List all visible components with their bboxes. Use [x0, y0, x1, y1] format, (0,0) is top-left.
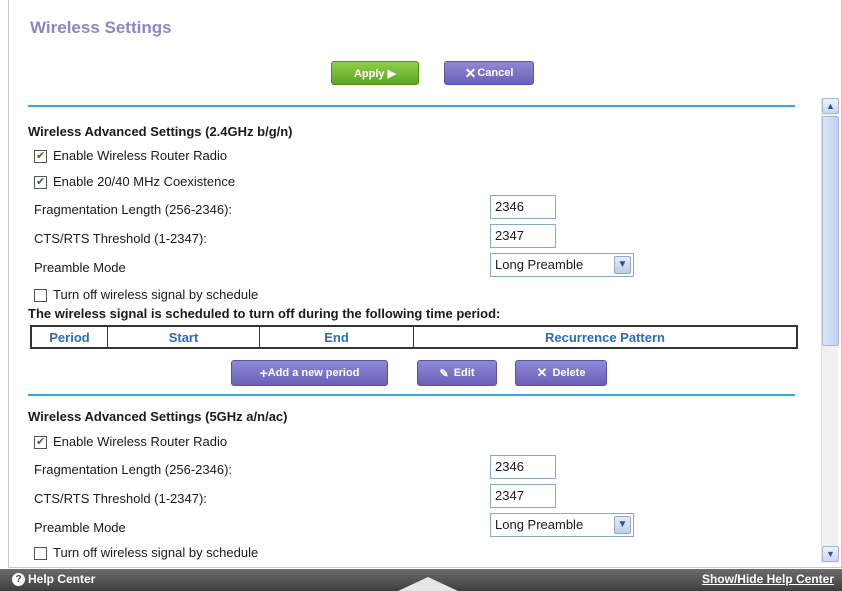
coexistence-label: Enable 20/40 MHz Coexistence: [53, 174, 236, 189]
section-title-24ghz: Wireless Advanced Settings (2.4GHz b/g/n…: [28, 124, 293, 139]
preamble-5-value: Long Preamble: [495, 517, 584, 532]
page-title: Wireless Settings: [30, 18, 172, 37]
edit-label: Edit: [453, 367, 475, 379]
pencil-icon: ✎: [439, 367, 449, 380]
scroll-down-icon[interactable]: ▼: [822, 546, 839, 562]
table-header-start: Start: [108, 327, 260, 347]
close-icon: ✕: [464, 64, 477, 81]
show-hide-help-link[interactable]: Show/Hide Help Center: [702, 572, 834, 586]
cts-24-label: CTS/RTS Threshold (1-2347):: [34, 231, 207, 246]
table-header-end: End: [260, 327, 414, 347]
cts-5-label: CTS/RTS Threshold (1-2347):: [34, 491, 207, 506]
enable-radio-24-label: Enable Wireless Router Radio: [53, 148, 228, 163]
vertical-scrollbar[interactable]: ▲ ▼: [821, 98, 839, 563]
enable-radio-5-checkbox[interactable]: [34, 435, 47, 450]
frag-5-input[interactable]: 2346: [490, 455, 556, 479]
schedule-table-header: Period Start End Recurrence Pattern: [30, 325, 798, 349]
enable-radio-5-row: Enable Wireless Router Radio: [34, 434, 228, 450]
frag-5-label: Fragmentation Length (256-2346):: [34, 462, 233, 477]
help-center-link[interactable]: ? Help Center: [12, 572, 95, 586]
delete-icon: ✕: [536, 365, 548, 380]
frag-24-label: Fragmentation Length (256-2346):: [34, 202, 233, 217]
schedule-5-checkbox[interactable]: [34, 547, 47, 561]
table-header-recurrence: Recurrence Pattern: [545, 329, 665, 345]
edit-button[interactable]: ✎ Edit: [417, 360, 497, 386]
help-icon: ?: [12, 572, 25, 586]
schedule-24-checkbox[interactable]: [34, 289, 47, 303]
chevron-down-icon[interactable]: ▼: [614, 256, 631, 274]
cancel-label: Cancel: [477, 67, 514, 79]
delete-label: Delete: [552, 367, 586, 379]
expand-arrow-icon[interactable]: [398, 577, 458, 591]
preamble-24-value: Long Preamble: [495, 257, 584, 272]
settings-scroll-area: Wireless Advanced Settings (2.4GHz b/g/n…: [28, 107, 818, 562]
coexistence-checkbox[interactable]: [34, 175, 47, 190]
table-header-period: Period: [32, 327, 108, 347]
section-title-5ghz: Wireless Advanced Settings (5GHz a/n/ac): [28, 409, 288, 424]
coexistence-row: Enable 20/40 MHz Coexistence: [34, 174, 236, 190]
enable-radio-5-label: Enable Wireless Router Radio: [53, 434, 228, 449]
schedule-24-row: Turn off wireless signal by schedule: [34, 287, 259, 303]
preamble-24-select[interactable]: Long Preamble ▼: [490, 253, 634, 277]
frag-24-input[interactable]: 2346: [490, 195, 556, 219]
schedule-24-label: Turn off wireless signal by schedule: [53, 287, 259, 302]
schedule-note: The wireless signal is scheduled to turn…: [28, 306, 501, 321]
add-period-label: Add a new period: [267, 367, 360, 379]
plus-icon: +: [259, 365, 268, 381]
help-footer: ? Help Center Show/Hide Help Center: [0, 569, 842, 591]
add-period-button[interactable]: + Add a new period: [231, 360, 388, 386]
help-center-label: Help Center: [28, 572, 96, 586]
chevron-down-icon[interactable]: ▼: [614, 516, 631, 534]
preamble-24-label: Preamble Mode: [34, 260, 126, 275]
preamble-5-select[interactable]: Long Preamble ▼: [490, 513, 634, 537]
enable-radio-24-checkbox[interactable]: [34, 149, 47, 164]
preamble-5-label: Preamble Mode: [34, 520, 126, 535]
delete-button[interactable]: ✕ Delete: [515, 360, 607, 386]
cts-5-input[interactable]: 2347: [490, 484, 556, 508]
enable-radio-24-row: Enable Wireless Router Radio: [34, 148, 228, 164]
scroll-up-icon[interactable]: ▲: [822, 98, 839, 114]
section-divider: [28, 394, 795, 396]
cts-24-input[interactable]: 2347: [490, 224, 556, 248]
cancel-button[interactable]: ✕ Cancel: [444, 61, 534, 85]
schedule-5-label: Turn off wireless signal by schedule: [53, 545, 259, 560]
schedule-5-row: Turn off wireless signal by schedule: [34, 545, 259, 561]
apply-button[interactable]: Apply ▶: [331, 61, 419, 85]
scrollbar-thumb[interactable]: [822, 116, 839, 346]
